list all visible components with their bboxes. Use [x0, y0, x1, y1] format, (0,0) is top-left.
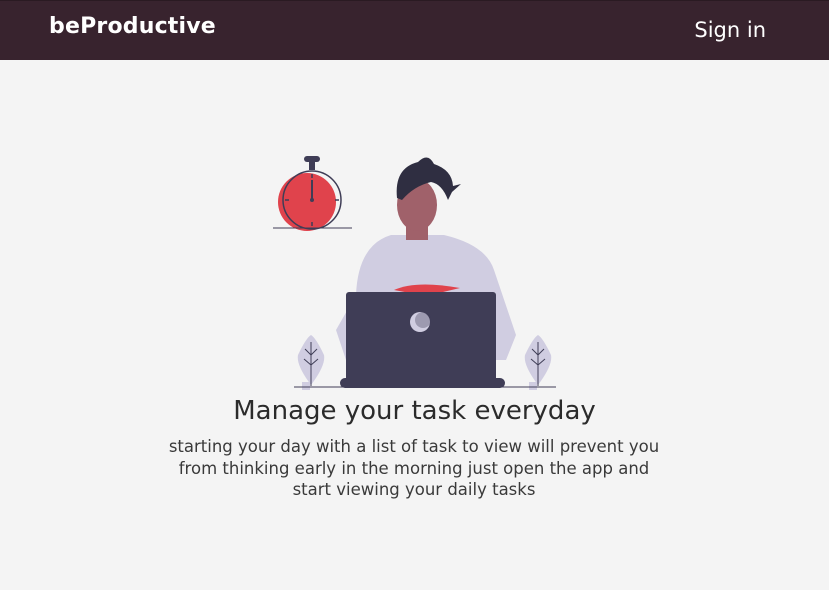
plant-right-icon [524, 335, 552, 390]
hero-illustration [273, 156, 556, 390]
brand-logo[interactable]: beProductive [49, 14, 216, 39]
plant-left-icon [297, 335, 325, 390]
navbar: beProductive Sign in [0, 0, 829, 60]
hero-headline: Manage your task everyday [233, 396, 596, 426]
stopwatch-icon [273, 156, 352, 231]
laptop-icon [340, 292, 505, 388]
signin-link[interactable]: Sign in [694, 18, 766, 42]
hero-description: starting your day with a list of task to… [168, 437, 660, 499]
